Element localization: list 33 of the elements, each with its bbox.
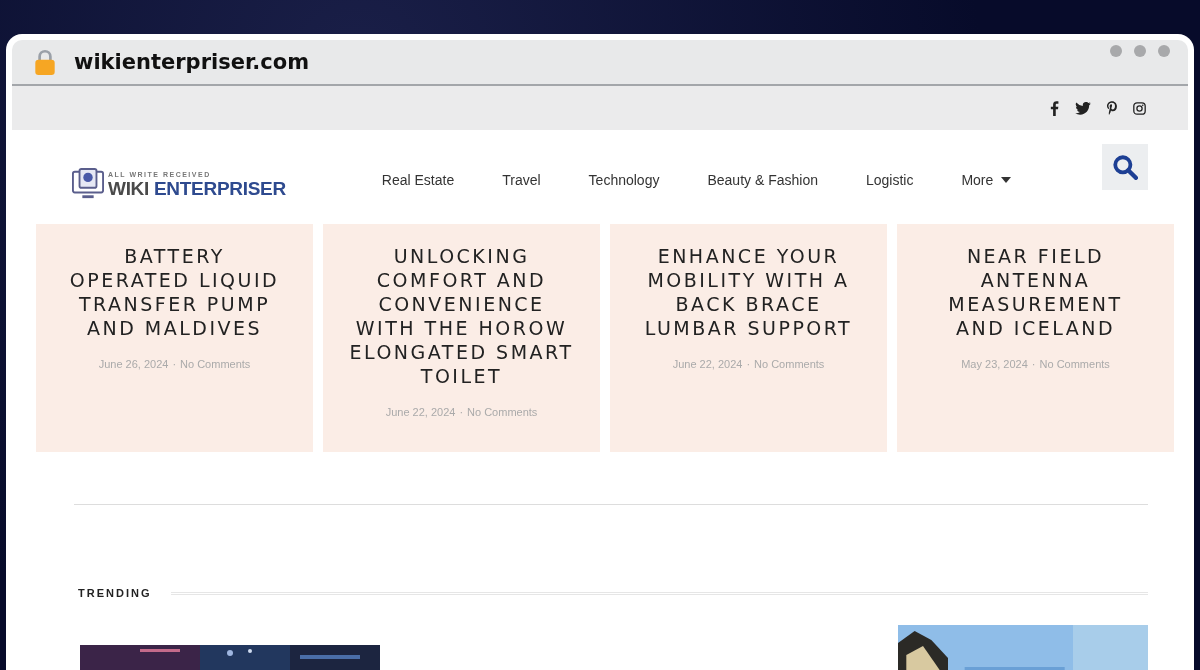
post-date: June 22, 2024 [385, 406, 456, 418]
post-title[interactable]: NEAR FIELD ANTENNA MEASUREMENT AND ICELAND [921, 244, 1150, 340]
post-card[interactable]: BATTERY OPERATED LIQUID TRANSFER PUMP AND MALDIVES June 26, 2024 · No Comments [36, 224, 313, 452]
nav-link[interactable]: Logistic [865, 172, 914, 188]
twitter-icon[interactable] [1075, 101, 1091, 115]
nav-link[interactable]: More [961, 172, 1012, 188]
separator-dot: · [1031, 358, 1036, 370]
search-button[interactable] [1102, 144, 1148, 190]
nav-link[interactable]: Real Estate [381, 172, 455, 188]
post-card[interactable]: UNLOCKING COMFORT AND CONVENIENCE WITH THE HOROW ELONGATED SMART TOILET June 22, 2024 · No Comments [323, 224, 600, 452]
post-title[interactable]: ENHANCE YOUR MOBILITY WITH A BACK BRACE LUMBAR SUPPORT [634, 244, 863, 340]
post-date: June 26, 2024 [98, 358, 169, 370]
lock-icon [34, 48, 56, 76]
separator-dot: · [459, 406, 464, 418]
nav-link[interactable]: Beauty & Fashion [707, 172, 818, 188]
post-card[interactable]: NEAR FIELD ANTENNA MEASUREMENT AND ICELAND May 23, 2024 · No Comments [897, 224, 1174, 452]
post-title[interactable]: UNLOCKING COMFORT AND CONVENIENCE WITH THE HOROW ELONGATED SMART TOILET [347, 244, 576, 388]
search-icon [1112, 154, 1138, 180]
post-date: June 22, 2024 [672, 358, 743, 370]
section-heading: TRENDING [78, 587, 152, 599]
instagram-icon[interactable] [1133, 101, 1146, 115]
post-card[interactable]: ENHANCE YOUR MOBILITY WITH A BACK BRACE LUMBAR SUPPORT June 22, 2024 · No Comments [610, 224, 887, 452]
nav-link[interactable]: Technology [588, 172, 660, 188]
logo-wordmark[interactable]: WIKI ENTERPRISER [108, 178, 286, 200]
facebook-icon[interactable] [1050, 100, 1059, 116]
nav-link[interactable]: Travel [502, 172, 541, 188]
address-url[interactable]: wikienterpriser.com [74, 50, 310, 74]
post-date: May 23, 2024 [961, 358, 1028, 370]
computer-logo-icon[interactable] [70, 168, 106, 200]
separator-dot: · [172, 358, 177, 370]
separator-dot: · [746, 358, 751, 370]
post-title[interactable]: BATTERY OPERATED LIQUID TRANSFER PUMP AND MALDIVES [60, 244, 289, 340]
pinterest-icon[interactable] [1107, 101, 1117, 115]
